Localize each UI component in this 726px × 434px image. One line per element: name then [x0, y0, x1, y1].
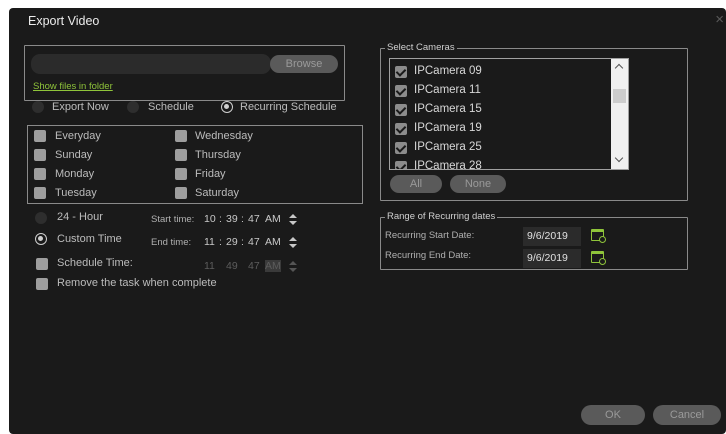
scroll-down-icon[interactable]	[614, 153, 624, 163]
scrollbar-thumb[interactable]	[613, 89, 626, 103]
calendar-icon[interactable]	[591, 229, 606, 243]
start-hour[interactable]: 10	[204, 213, 216, 225]
checkbox-thursday[interactable]	[175, 149, 187, 161]
start-time-field[interactable]: 10 : 39 : 47 AM	[202, 211, 302, 229]
checkbox-everyday[interactable]	[34, 130, 46, 142]
time-separator: :	[241, 236, 244, 248]
checkbox-tuesday[interactable]	[34, 187, 46, 199]
checkbox-remove-task[interactable]	[36, 278, 48, 290]
start-time-label: Start time:	[151, 214, 195, 225]
end-time-spinner-icon[interactable]	[289, 236, 297, 250]
custom-time-label: Custom Time	[57, 233, 122, 245]
camera-list[interactable]: IPCamera 09 IPCamera 11 IPCamera 15 IPCa…	[389, 58, 629, 170]
camera-label: IPCamera 11	[414, 84, 481, 96]
camera-checkbox[interactable]	[395, 161, 407, 169]
time-separator: :	[219, 236, 222, 248]
start-ampm[interactable]: AM	[265, 213, 281, 225]
start-minute[interactable]: 39	[226, 213, 238, 225]
checkbox-wednesday[interactable]	[175, 130, 187, 142]
day-wednesday: Wednesday	[195, 130, 253, 142]
camera-item[interactable]: IPCamera 19	[390, 120, 610, 139]
day-thursday: Thursday	[195, 149, 241, 161]
recurring-start-label: Recurring Start Date:	[385, 230, 475, 241]
camera-checkbox[interactable]	[395, 104, 407, 116]
camera-label: IPCamera 09	[414, 65, 482, 77]
export-video-dialog: Export Video × Browse Show files in fold…	[9, 8, 726, 434]
radio-schedule[interactable]	[127, 101, 139, 113]
start-time-spinner-icon[interactable]	[289, 213, 297, 227]
recurring-end-date[interactable]: 9/6/2019	[523, 249, 581, 268]
export-path-input[interactable]	[31, 54, 271, 74]
camera-item[interactable]: IPCamera 09	[390, 63, 610, 82]
end-minute[interactable]: 29	[226, 236, 238, 248]
end-ampm[interactable]: AM	[265, 236, 281, 248]
dialog-title: Export Video	[28, 14, 100, 28]
camera-list-scrollbar[interactable]	[611, 59, 628, 169]
camera-item[interactable]: IPCamera 28	[390, 158, 610, 170]
export-now-label: Export Now	[52, 101, 109, 113]
camera-label: IPCamera 15	[414, 103, 482, 115]
select-none-button[interactable]: None	[450, 175, 506, 193]
camera-checkbox[interactable]	[395, 66, 407, 78]
end-time-label: End time:	[151, 237, 192, 248]
browse-button[interactable]: Browse	[270, 55, 338, 73]
camera-item[interactable]: IPCamera 25	[390, 139, 610, 158]
radio-export-now[interactable]	[32, 101, 44, 113]
camera-label: IPCamera 28	[414, 160, 482, 170]
ok-button[interactable]: OK	[581, 405, 645, 425]
checkbox-monday[interactable]	[34, 168, 46, 180]
recurring-start-date[interactable]: 9/6/2019	[523, 227, 581, 246]
schedule-label: Schedule	[148, 101, 194, 113]
schedule-ampm[interactable]: AM	[265, 260, 281, 272]
schedule-time-label: Schedule Time:	[57, 257, 133, 269]
recurring-dates-legend: Range of Recurring dates	[385, 211, 498, 223]
recurring-end-label: Recurring End Date:	[385, 250, 472, 261]
recurring-schedule-label: Recurring Schedule	[240, 101, 337, 113]
radio-recurring-schedule[interactable]	[221, 101, 233, 113]
show-files-link[interactable]: Show files in folder	[33, 81, 113, 92]
camera-checkbox[interactable]	[395, 142, 407, 154]
schedule-time-field[interactable]: 11 49 47 AM	[202, 258, 302, 276]
schedule-minute[interactable]: 49	[226, 260, 238, 272]
time-separator: :	[219, 213, 222, 225]
select-all-button[interactable]: All	[390, 175, 442, 193]
day-tuesday: Tuesday	[55, 187, 97, 199]
select-cameras-legend: Select Cameras	[385, 42, 457, 54]
start-second[interactable]: 47	[248, 213, 260, 225]
radio-24-hour[interactable]	[35, 212, 47, 224]
remove-task-label: Remove the task when complete	[57, 277, 217, 289]
day-monday: Monday	[55, 168, 95, 180]
schedule-hour[interactable]: 11	[204, 260, 215, 272]
checkbox-friday[interactable]	[175, 168, 187, 180]
camera-checkbox[interactable]	[395, 85, 407, 97]
close-icon[interactable]: ×	[715, 11, 724, 28]
end-time-field[interactable]: 11 : 29 : 47 AM	[202, 234, 302, 252]
title-bar: Export Video ×	[9, 8, 726, 36]
day-friday: Friday	[195, 168, 226, 180]
day-everyday: Everyday	[55, 130, 101, 142]
end-hour[interactable]: 11	[204, 236, 215, 248]
end-second[interactable]: 47	[248, 236, 260, 248]
scroll-up-icon[interactable]	[614, 63, 624, 73]
camera-label: IPCamera 19	[414, 122, 482, 134]
camera-item[interactable]: IPCamera 15	[390, 101, 610, 120]
camera-label: IPCamera 25	[414, 141, 482, 153]
schedule-second[interactable]: 47	[248, 260, 260, 272]
day-saturday: Saturday	[195, 187, 240, 199]
calendar-icon[interactable]	[591, 251, 606, 265]
time-separator: :	[241, 213, 244, 225]
radio-custom-time[interactable]	[35, 233, 47, 245]
hour24-label: 24 - Hour	[57, 211, 103, 223]
day-sunday: Sunday	[55, 149, 93, 161]
checkbox-sunday[interactable]	[34, 149, 46, 161]
checkbox-saturday[interactable]	[175, 187, 187, 199]
schedule-time-spinner-icon[interactable]	[289, 260, 297, 274]
camera-checkbox[interactable]	[395, 123, 407, 135]
cancel-button[interactable]: Cancel	[653, 405, 721, 425]
checkbox-schedule-time[interactable]	[36, 258, 48, 270]
camera-item[interactable]: IPCamera 11	[390, 82, 610, 101]
